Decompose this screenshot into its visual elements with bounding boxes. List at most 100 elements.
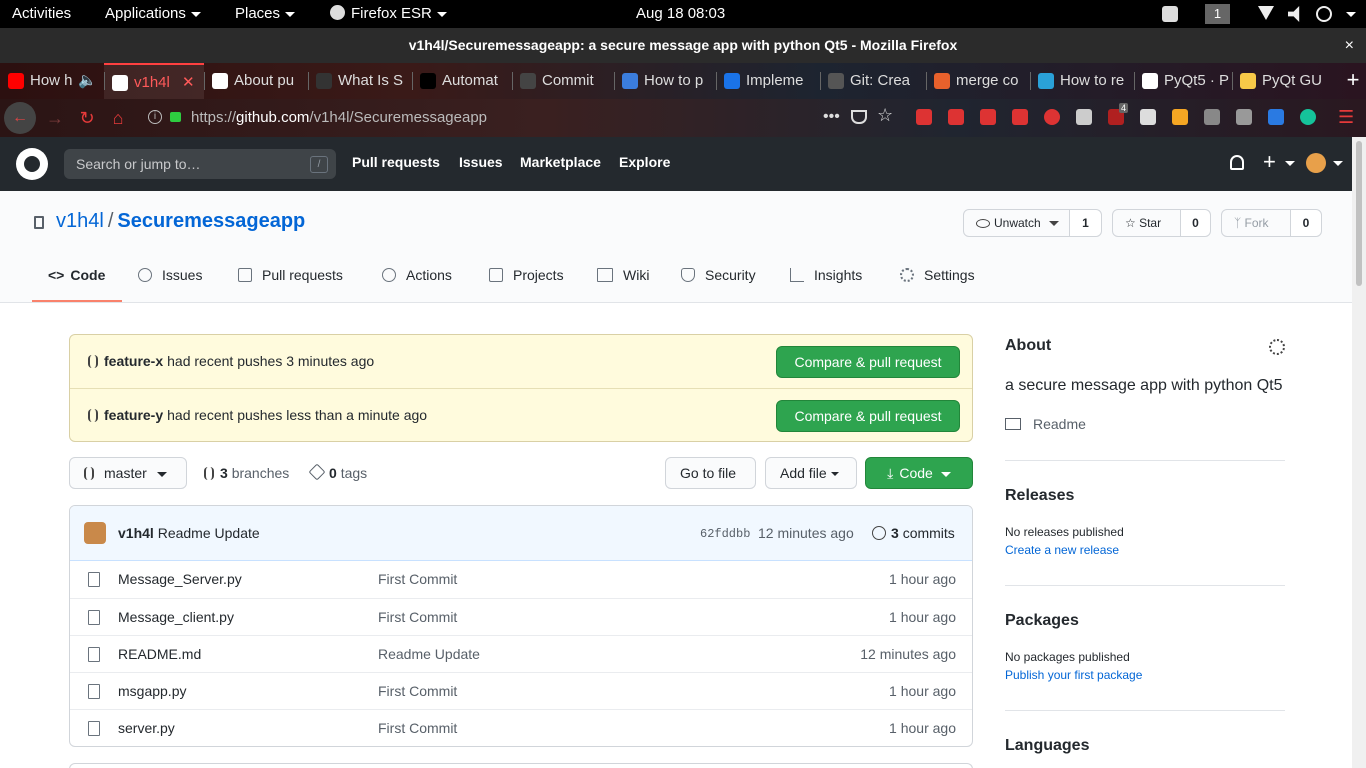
watch-count[interactable]: 1 [1069,210,1101,236]
tags-link[interactable]: 0 tags [308,463,367,481]
branch-selector[interactable]: master [69,457,187,489]
browser-tab[interactable]: About pu [204,63,308,99]
file-name-link[interactable]: README.md [118,646,201,662]
go-to-file-button[interactable]: Go to file [665,457,756,489]
user-switcher-icon[interactable] [1162,6,1178,22]
repo-owner-link[interactable]: v1h4l [56,210,104,232]
lock-icon[interactable] [170,112,181,122]
tab-security[interactable]: Security [681,267,756,283]
commit-author[interactable]: v1h4l [118,525,154,541]
wifi-icon[interactable] [1258,6,1274,20]
home-button[interactable]: ⌂ [107,107,129,129]
search-input[interactable]: Search or jump to… / [64,149,336,179]
nav-issues[interactable]: Issues [459,154,503,170]
page-scrollbar[interactable] [1352,137,1366,768]
url-text[interactable]: https://github.com/v1h4l/Securemessageap… [191,109,487,126]
window-close-button[interactable]: × [1345,28,1354,63]
extension-icon[interactable] [1076,109,1092,125]
tab-audio-icon[interactable]: 🔈 [78,63,97,99]
overflow-icon[interactable] [1204,109,1220,125]
grammarly-icon[interactable] [1300,109,1316,125]
create-release-link[interactable]: Create a new release [1005,543,1119,557]
places-menu[interactable]: Places [235,5,296,22]
terminal-icon[interactable] [1172,109,1188,125]
file-commit-message[interactable]: First Commit [378,609,457,625]
add-file-button[interactable]: Add file [765,457,857,489]
browser-tab[interactable]: Git: Crea [820,63,926,99]
fork-count[interactable]: 0 [1290,210,1321,236]
bitwarden-icon[interactable] [1140,109,1156,125]
avatar[interactable] [84,522,106,544]
browser-tab[interactable]: How to p [614,63,716,99]
sidebar-icon[interactable] [1012,109,1028,125]
url-bar[interactable]: i https://github.com/v1h4l/Securemessage… [140,104,900,132]
file-commit-message[interactable]: Readme Update [378,646,480,662]
push-branch-name[interactable]: feature-x [104,353,163,369]
activities-button[interactable]: Activities [12,5,71,22]
browser-tab[interactable]: PyQt GU [1232,63,1340,99]
file-commit-message[interactable]: First Commit [378,720,457,736]
code-download-button[interactable]: ⤓ Code [865,457,973,489]
browser-tab[interactable]: How to re [1030,63,1134,99]
browser-tab[interactable]: What Is S [308,63,412,99]
push-branch-name[interactable]: feature-y [104,407,163,423]
chevron-down-icon[interactable] [1333,161,1343,166]
system-menu-chevron-icon[interactable] [1346,12,1356,17]
gear-icon[interactable] [1269,339,1285,355]
browser-tab[interactable]: merge co [926,63,1030,99]
download-icon[interactable] [916,109,932,125]
library-icon[interactable] [980,109,996,125]
commit-message-link[interactable]: Readme Update [158,525,260,541]
info-icon[interactable]: i [148,110,162,124]
new-tab-button[interactable]: + [1340,63,1366,99]
back-button[interactable]: ← [4,102,36,134]
browser-tab[interactable]: How h 🔈 [0,63,104,99]
nav-marketplace[interactable]: Marketplace [520,154,601,170]
chevron-down-icon[interactable] [1285,161,1295,166]
browser-tab[interactable]: Impleme [716,63,820,99]
avatar[interactable] [1306,153,1326,173]
commit-time[interactable]: 12 minutes ago [758,525,854,541]
browser-tab[interactable]: Commit [512,63,614,99]
clock[interactable]: Aug 18 08:03 [636,5,725,22]
branches-link[interactable]: 3 branches [204,465,289,481]
notifications-bell-icon[interactable] [1230,155,1244,170]
puzzle-icon[interactable] [1236,109,1252,125]
file-name-link[interactable]: Message_Server.py [118,571,242,587]
repo-name-link[interactable]: Securemessageapp [117,210,305,232]
create-new-plus-icon[interactable]: + [1263,149,1276,175]
file-name-link[interactable]: Message_client.py [118,609,234,625]
browser-tab[interactable]: Automat [412,63,512,99]
fi-icon[interactable] [1268,109,1284,125]
file-commit-message[interactable]: First Commit [378,571,457,587]
hamburger-menu-icon[interactable]: ☰ [1338,107,1354,128]
applications-menu[interactable]: Applications [105,5,201,22]
reload-button[interactable]: ↻ [76,107,98,129]
nav-explore[interactable]: Explore [619,154,670,170]
pocket-icon[interactable] [851,110,867,124]
nav-pull-requests[interactable]: Pull requests [352,154,440,170]
volume-icon[interactable] [1288,6,1300,22]
browser-tab[interactable]: v1h4l ✕ [104,63,204,99]
tab-close-button[interactable]: ✕ [182,65,195,99]
fork-button[interactable]: ᛉ Fork [1234,210,1269,236]
browser-tab[interactable]: PyQt5 · P [1134,63,1232,99]
power-icon[interactable] [1316,6,1332,22]
unwatch-button[interactable]: Unwatch [976,210,1059,236]
workspace-indicator[interactable]: 1 [1205,4,1230,24]
compare-pull-request-button[interactable]: Compare & pull request [776,400,960,432]
star-button[interactable]: ☆ Star [1125,210,1161,236]
tab-issues[interactable]: Issues [138,267,202,283]
tab-actions[interactable]: Actions [382,267,452,283]
file-name-link[interactable]: server.py [118,720,175,736]
file-name-link[interactable]: msgapp.py [118,683,186,699]
releases-heading[interactable]: Releases [1005,487,1074,505]
file-commit-message[interactable]: First Commit [378,683,457,699]
publish-package-link[interactable]: Publish your first package [1005,668,1142,682]
compare-pull-request-button[interactable]: Compare & pull request [776,346,960,378]
tab-projects[interactable]: Projects [489,267,564,283]
packages-heading[interactable]: Packages [1005,612,1079,630]
tab-pull-requests[interactable]: Pull requests [238,267,343,283]
star-count[interactable]: 0 [1180,210,1210,236]
forward-button[interactable]: → [44,107,66,129]
